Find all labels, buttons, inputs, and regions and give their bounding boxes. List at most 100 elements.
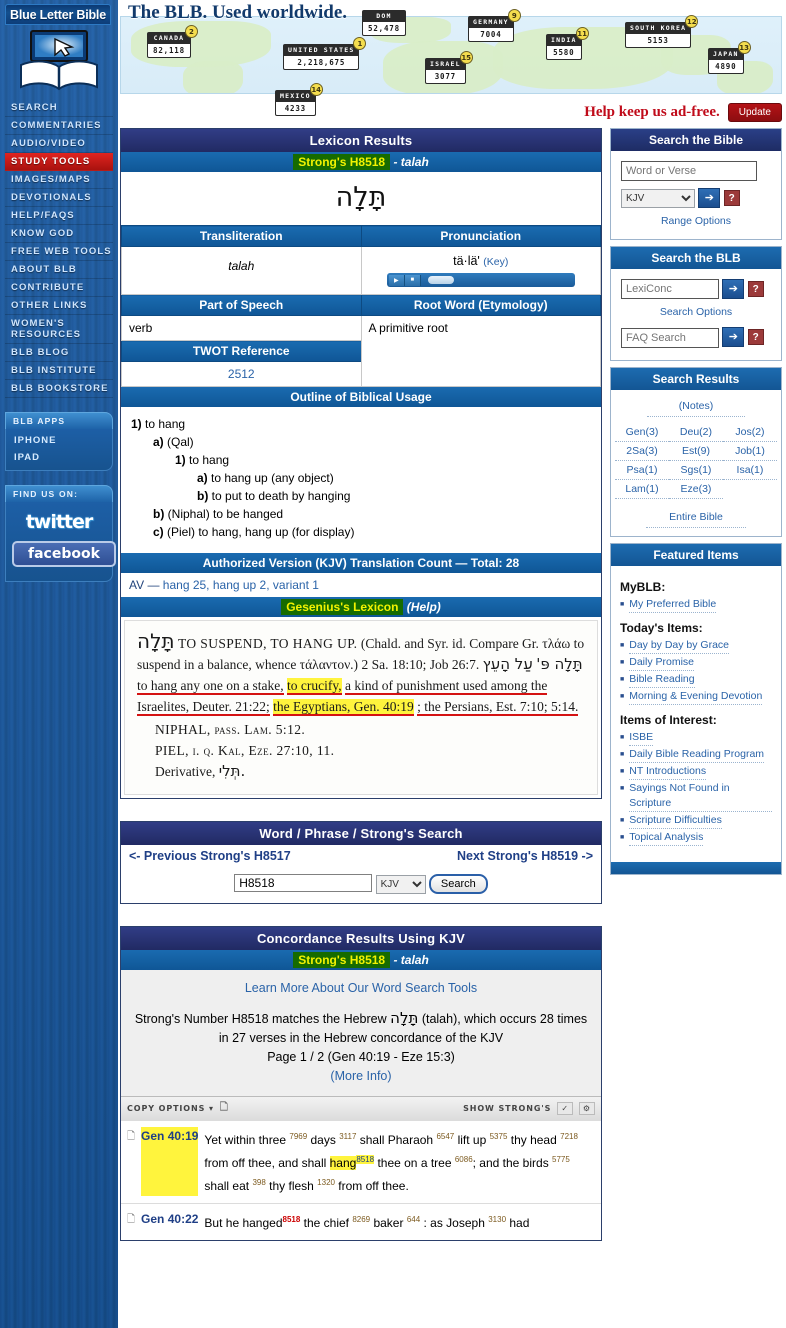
site-logo-box[interactable]: Blue Letter Bible <box>5 4 111 25</box>
question-mark-icon[interactable]: ? <box>723 190 740 206</box>
previous-strongs-link[interactable]: <- Previous Strong's H8517 <box>129 849 291 863</box>
map-pin-united-states[interactable]: 1 UNITED STATES 2,218,675 <box>283 37 367 70</box>
map-pin-germany[interactable]: 9 GERMANY 7004 <box>468 9 521 42</box>
copy-icon[interactable]: 🗋 <box>220 1100 229 1117</box>
question-mark-icon[interactable]: ? <box>747 329 764 346</box>
map-pin-india[interactable]: 11 INDIA 5580 <box>546 27 589 60</box>
sidebar-item-free-web-tools[interactable]: Free Web Tools <box>5 243 113 261</box>
question-mark-icon[interactable]: ? <box>747 281 764 298</box>
book-result-link[interactable]: Deu(2) <box>668 423 723 442</box>
sidebar-item-blb-blog[interactable]: BLB Blog <box>5 344 113 362</box>
twitter-logo[interactable]: twitter <box>12 511 106 533</box>
sidebar-item-about-blb[interactable]: About BLB <box>5 261 113 279</box>
strongs-search-input[interactable] <box>234 874 373 892</box>
bible-version-select[interactable]: KJV NKJV NASB ESV <box>621 189 695 209</box>
strongs-superscript[interactable]: 644 <box>407 1215 420 1224</box>
sidebar-item-study-tools[interactable]: Study Tools <box>5 153 113 171</box>
audio-progress-track[interactable] <box>426 276 573 284</box>
gesenius-help-link[interactable]: (Help) <box>407 600 441 614</box>
featured-link[interactable]: Scripture Difficulties <box>629 813 722 829</box>
sidebar-item-know-god[interactable]: Know God <box>5 225 113 243</box>
entire-bible-link[interactable]: Entire Bible <box>645 507 747 528</box>
featured-link[interactable]: Daily Promise <box>629 655 694 671</box>
featured-link[interactable]: Daily Bible Reading Program <box>629 747 765 763</box>
sidebar-item-commentaries[interactable]: Commentaries <box>5 117 113 135</box>
notes-link[interactable]: (Notes) <box>647 396 745 417</box>
sidebar-item-other-links[interactable]: Other Links <box>5 297 113 315</box>
worldwide-usage-banner[interactable]: The BLB. Used worldwide. DOM 52,478 2 CA… <box>120 2 782 122</box>
featured-link[interactable]: Day by Day by Grace <box>629 638 730 654</box>
sidebar-item-help-faqs[interactable]: Help/FAQs <box>5 207 113 225</box>
stop-icon[interactable]: ■ <box>404 274 421 286</box>
version-select[interactable]: KJV NKJV NASB ESV NLT <box>375 875 426 894</box>
strongs-superscript[interactable]: 1320 <box>317 1178 335 1187</box>
strongs-superscript[interactable]: 398 <box>252 1178 265 1187</box>
pronunciation-key-link[interactable]: (Key) <box>483 256 508 268</box>
copy-verse-icon[interactable]: 🗋 <box>127 1210 135 1233</box>
play-icon[interactable]: ▶ <box>388 274 405 286</box>
book-result-link[interactable]: Sgs(1) <box>668 461 723 480</box>
strongs-superscript[interactable]: 5775 <box>552 1155 570 1164</box>
sidebar-item-audio-video[interactable]: Audio/Video <box>5 135 113 153</box>
strongs-superscript[interactable]: 8269 <box>352 1215 370 1224</box>
strongs-superscript[interactable]: 8518 <box>356 1155 375 1164</box>
settings-icon[interactable]: ⚙ <box>578 1102 595 1115</box>
faq-search-input[interactable] <box>621 327 719 348</box>
sidebar-item-womens-resources[interactable]: Women's Resources <box>5 315 113 344</box>
sidebar-item-devotionals[interactable]: Devotionals <box>5 189 113 207</box>
audio-progress-knob[interactable] <box>427 276 454 284</box>
map-pin-japan[interactable]: 13 JAPAN 4890 <box>708 41 751 74</box>
book-result-link[interactable]: Isa(1) <box>722 461 777 480</box>
featured-link[interactable]: ISBE <box>629 730 654 746</box>
book-result-link[interactable]: Est(9) <box>668 442 723 461</box>
search-button[interactable]: Search <box>428 874 488 894</box>
book-result-link[interactable]: 2Sa(3) <box>615 442 669 461</box>
strongs-superscript[interactable]: 8518 <box>283 1215 301 1224</box>
map-pin-south-korea[interactable]: 12 SOUTH KOREA 5153 <box>625 15 699 48</box>
sidebar-item-search[interactable]: Search <box>5 99 113 117</box>
map-pin-israel[interactable]: 15 ISRAEL 3077 <box>425 51 473 84</box>
learn-more-link[interactable]: Learn More About Our Word Search Tools <box>245 981 477 995</box>
sidebar-item-images-maps[interactable]: Images/Maps <box>5 171 113 189</box>
update-button[interactable]: Update <box>727 103 782 122</box>
more-info-link[interactable]: (More Info) <box>330 1069 391 1083</box>
lexiconc-search-input[interactable] <box>621 279 719 300</box>
sidebar-item-blb-institute[interactable]: BLB Institute <box>5 362 113 380</box>
audio-player[interactable]: ▶ ■ <box>386 273 575 287</box>
book-result-link[interactable]: Job(1) <box>722 442 777 461</box>
book-result-link[interactable]: Lam(1) <box>615 480 669 499</box>
sidebar-item-contribute[interactable]: Contribute <box>5 279 113 297</box>
copy-verse-icon[interactable]: 🗋 <box>127 1127 135 1196</box>
sidebar-item-blb-bookstore[interactable]: BLB Bookstore <box>5 380 113 398</box>
sidebar-item-iphone[interactable]: iPhone <box>6 432 112 449</box>
book-result-link[interactable]: Eze(3) <box>668 480 723 499</box>
book-result-link[interactable]: Gen(3) <box>615 423 669 442</box>
checked-checkbox-icon[interactable]: ✓ <box>557 1102 573 1115</box>
map-pin-united-kingdom[interactable]: DOM 52,478 <box>362 10 406 36</box>
book-result-link[interactable]: Jos(2) <box>722 423 777 442</box>
strongs-superscript[interactable]: 7969 <box>289 1132 307 1141</box>
map-pin-canada[interactable]: 2 CANADA 82,118 <box>147 25 198 58</box>
arrow-right-icon[interactable]: ➔ <box>722 327 745 348</box>
book-result-link[interactable]: Psa(1) <box>615 461 669 480</box>
arrow-right-icon[interactable]: ➔ <box>698 188 721 208</box>
arrow-right-icon[interactable]: ➔ <box>722 279 745 300</box>
map-pin-mexico[interactable]: 14 MEXICO 4233 <box>275 83 323 116</box>
featured-link[interactable]: Sayings Not Found in Scripture <box>629 781 772 812</box>
strongs-superscript[interactable]: 3130 <box>488 1215 506 1224</box>
strongs-superscript[interactable]: 5375 <box>490 1132 508 1141</box>
copy-options-button[interactable]: COPY OPTIONS ▾ <box>127 1104 214 1113</box>
verse-reference[interactable]: Gen 40:19 <box>141 1127 199 1196</box>
next-strongs-link[interactable]: Next Strong's H8519 -> <box>457 849 593 863</box>
sidebar-item-ipad[interactable]: iPad <box>6 449 112 466</box>
featured-link[interactable]: Morning & Evening Devotion <box>629 689 763 705</box>
av-items[interactable]: hang 25, hang up 2, variant 1 <box>163 578 319 592</box>
verse-reference[interactable]: Gen 40:22 <box>141 1210 198 1233</box>
strongs-superscript[interactable]: 7218 <box>560 1132 578 1141</box>
twot-link[interactable]: 2512 <box>228 367 255 381</box>
featured-link[interactable]: Bible Reading <box>629 672 695 688</box>
strongs-superscript[interactable]: 6086 <box>455 1155 473 1164</box>
range-options-link[interactable]: Range Options <box>621 215 771 227</box>
featured-link[interactable]: NT Introductions <box>629 764 707 780</box>
strongs-superscript[interactable]: 3117 <box>339 1132 356 1141</box>
